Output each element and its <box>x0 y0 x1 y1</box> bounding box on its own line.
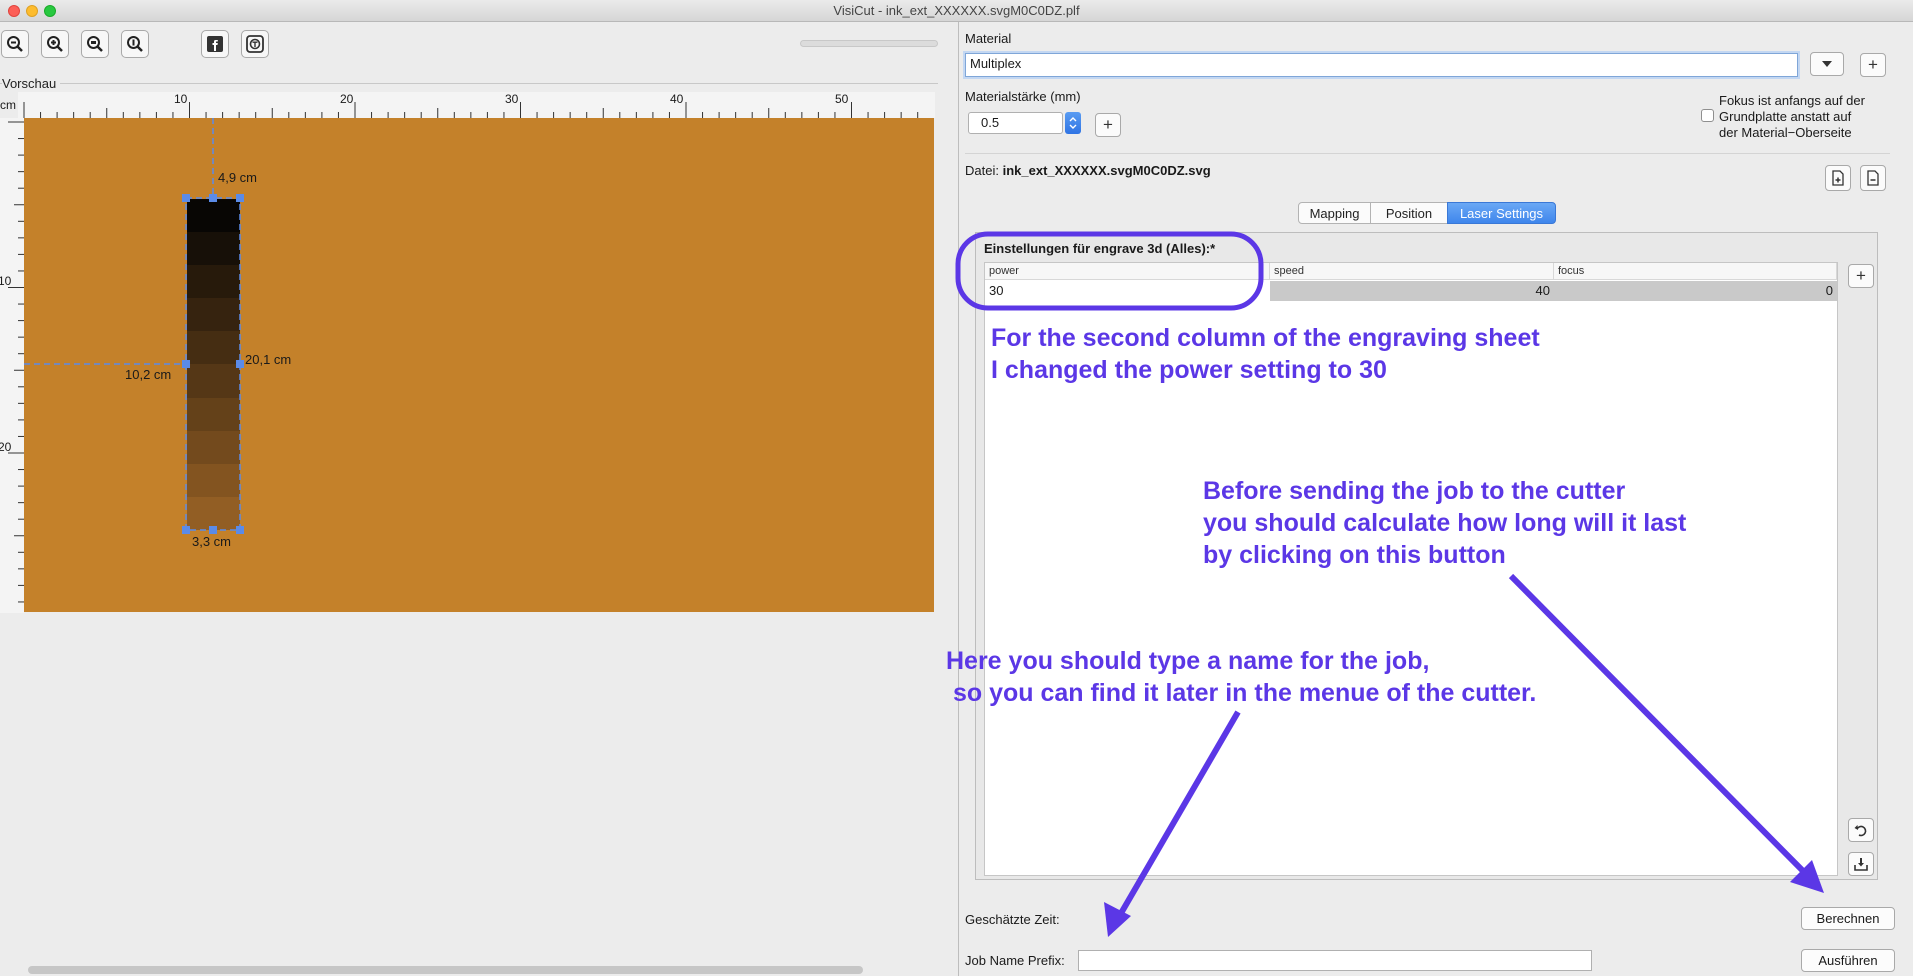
undo-icon <box>1854 825 1867 837</box>
object-y-label: 4,9 cm <box>218 170 258 185</box>
focus-checkbox-label-line-2: Grundplatte anstatt auf <box>1719 109 1852 124</box>
focus-checkbox-label-line-3: der Material−Oberseite <box>1719 125 1852 140</box>
thickness-field[interactable]: 0.5 <box>968 112 1063 134</box>
horizontal-scrollbar[interactable] <box>28 966 863 974</box>
add-file-icon <box>1832 170 1844 186</box>
remove-file-button[interactable] <box>1860 165 1886 191</box>
add-thickness-button[interactable]: + <box>1095 113 1121 137</box>
object-width-label: 3,3 cm <box>192 534 232 549</box>
separator <box>965 153 1890 154</box>
file-label: Datei: <box>965 163 999 178</box>
focus-checkbox[interactable] <box>1701 109 1714 122</box>
plus-icon: + <box>1868 55 1878 74</box>
thickness-value: 0.5 <box>981 115 1000 130</box>
file-name: ink_ext_XXXXXX.svgM0C0DZ.svg <box>1002 163 1211 178</box>
material-combobox[interactable]: Multiplex <box>965 53 1798 77</box>
selection-overlay <box>24 118 244 534</box>
column-header-power[interactable]: power <box>985 263 1270 280</box>
file-line: Datei: ink_ext_XXXXXX.svgM0C0DZ.svg <box>965 163 1211 178</box>
revert-settings-button[interactable] <box>1848 818 1874 842</box>
tab-position[interactable]: Position <box>1370 202 1448 224</box>
annotation-calculate-note: Before sending the job to the cutter you… <box>1203 477 1687 569</box>
stepper-arrows-icon <box>1069 117 1077 129</box>
new-file-button[interactable] <box>1825 165 1851 191</box>
calculate-button[interactable]: Berechnen <box>1801 907 1895 930</box>
chevron-down-icon <box>1822 61 1832 67</box>
focus-checkbox-label-line-1: Fokus ist anfangs auf der <box>1719 93 1865 108</box>
thickness-stepper[interactable] <box>1065 112 1081 134</box>
job-prefix-label: Job Name Prefix: <box>965 953 1065 968</box>
cell-focus[interactable]: 0 <box>1554 281 1837 301</box>
focus-checkbox-label: Fokus ist anfangs auf der Grundplatte an… <box>1719 93 1865 141</box>
plus-icon: + <box>1856 266 1866 285</box>
material-value: Multiplex <box>970 56 1022 71</box>
split-pane-divider[interactable] <box>958 22 959 976</box>
object-height-label: 20,1 cm <box>245 352 292 367</box>
save-settings-button[interactable] <box>1848 852 1874 876</box>
job-prefix-input[interactable] <box>1078 950 1592 971</box>
tab-laser-settings[interactable]: Laser Settings <box>1447 202 1556 224</box>
material-label: Material <box>965 31 1012 46</box>
cell-speed[interactable]: 40 <box>1270 281 1554 301</box>
column-header-speed[interactable]: speed <box>1270 263 1554 280</box>
material-dropdown-button[interactable] <box>1810 52 1844 76</box>
column-header-focus[interactable]: focus <box>1554 263 1837 280</box>
cell-power[interactable]: 30 <box>985 281 1270 301</box>
object-x-label: 10,2 cm <box>125 367 172 382</box>
remove-file-icon <box>1867 170 1879 186</box>
annotation-power-note: For the second column of the engraving s… <box>991 324 1540 384</box>
thickness-label: Materialstärke (mm) <box>965 89 1081 104</box>
tab-mapping[interactable]: Mapping <box>1298 202 1371 224</box>
add-setting-button[interactable]: + <box>1848 264 1874 288</box>
execute-button[interactable]: Ausführen <box>1801 949 1895 972</box>
plus-icon: + <box>1103 115 1113 134</box>
annotation-arrowhead-job-name <box>1104 902 1131 937</box>
add-material-button[interactable]: + <box>1860 53 1886 77</box>
annotation-job-name-note: Here you should type a name for the job,… <box>946 647 1537 707</box>
laser-settings-title: Einstellungen für engrave 3d (Alles):* <box>984 241 1216 256</box>
estimated-time-label: Geschätzte Zeit: <box>965 912 1060 927</box>
download-icon <box>1854 858 1868 871</box>
